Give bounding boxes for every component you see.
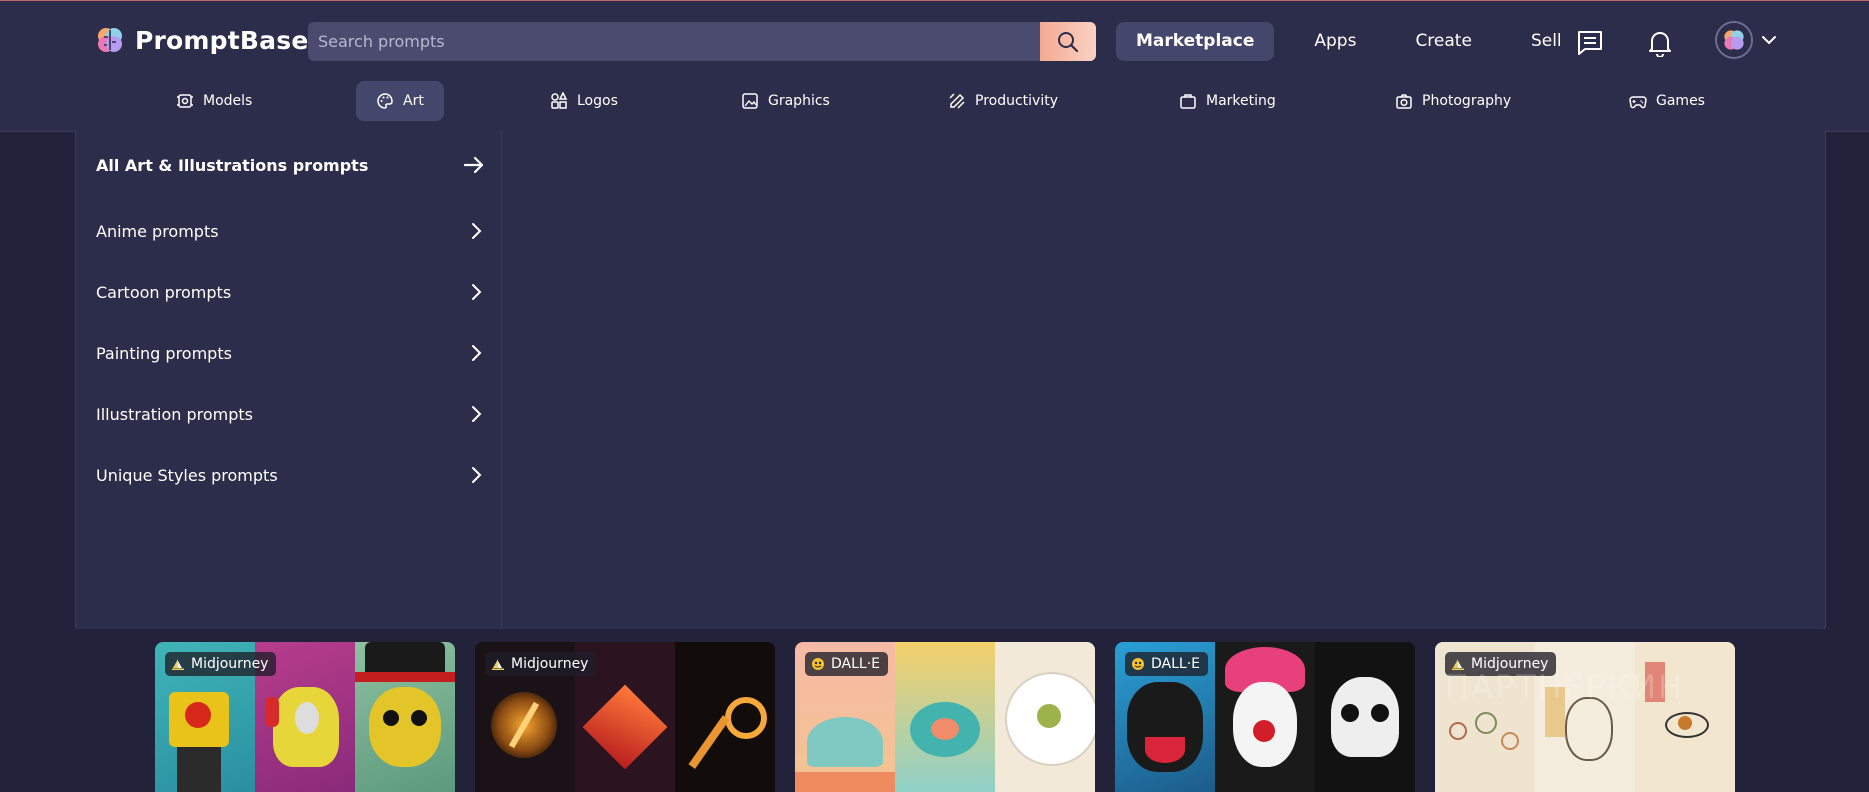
nav-apps[interactable]: Apps [1314,22,1356,61]
prompt-card[interactable]: Midjourney [1435,642,1735,792]
category-logos[interactable]: Logos [550,81,618,121]
card-image-panel [895,642,995,792]
nav-create[interactable]: Create [1415,22,1472,61]
model-badge: Midjourney [485,652,597,676]
menu-item-label: Painting prompts [96,343,232,363]
category-label: Productivity [975,93,1058,109]
dalle-icon [1132,658,1144,670]
model-name: DALL·E [1151,656,1201,672]
card-image-panel [995,642,1095,792]
category-label: Photography [1422,93,1512,109]
messages-button[interactable] [1574,27,1606,59]
chevron-right-icon [472,467,482,483]
prompt-card[interactable]: DALL·E [795,642,1095,792]
midjourney-icon [492,659,504,670]
card-image-panel [1215,642,1315,792]
arrow-right-icon [463,156,484,174]
camera-icon [1396,94,1412,109]
menu-item-unique-styles[interactable]: Unique Styles prompts [96,455,486,495]
model-badge: DALL·E [805,652,889,676]
category-models[interactable]: Models [176,81,252,121]
user-avatar[interactable] [1715,21,1753,59]
palette-icon [377,93,393,109]
image-icon [742,93,758,109]
card-image-panel [1315,642,1415,792]
menu-item-illustration[interactable]: Illustration prompts [96,394,486,434]
notifications-button[interactable] [1644,27,1676,59]
chevron-right-icon [472,284,482,300]
prompt-card[interactable]: Midjourney [155,642,455,792]
category-graphics[interactable]: Graphics [741,81,830,121]
nav-sell[interactable]: Sell [1531,22,1562,61]
card-image-panel [675,642,775,792]
category-label: Games [1656,93,1705,109]
avatar-brain-icon [1724,30,1744,50]
model-name: Midjourney [191,656,269,672]
card-image-panel [355,642,455,792]
menu-item-cartoon[interactable]: Cartoon prompts [96,272,486,312]
menu-item-label: Unique Styles prompts [96,465,278,485]
brand-logo[interactable]: PromptBase [95,25,308,55]
models-icon [177,94,193,108]
menu-item-label: Illustration prompts [96,404,253,424]
model-badge: DALL·E [1125,652,1209,676]
chevron-right-icon [472,345,482,361]
bell-icon [1649,32,1671,57]
category-label: Models [203,93,253,109]
category-marketing[interactable]: Marketing [1179,81,1276,121]
brain-logo-icon [98,28,122,52]
site-header: PromptBase Marketplace Apps Create Sell [0,1,1869,132]
shapes-icon [551,92,568,109]
search-bar [308,22,1096,61]
menu-item-label: Cartoon prompts [96,282,232,302]
watermark-text: ПАРТНЕРКИН [1445,668,1685,706]
category-art[interactable]: Art [356,81,444,121]
card-image-panel [1635,642,1735,792]
art-menu-list: All Art & Illustrations prompts Anime pr… [76,131,502,629]
brand-name: PromptBase [135,25,309,55]
category-photography[interactable]: Photography [1395,81,1511,121]
model-badge: Midjourney [165,652,277,676]
search-input[interactable] [308,22,1028,61]
chevron-down-icon[interactable] [1760,31,1778,49]
chevron-right-icon [472,223,482,239]
search-icon [1058,31,1079,52]
search-button[interactable] [1040,22,1096,61]
briefcase-icon [1180,94,1196,109]
midjourney-icon [172,659,184,670]
chat-icon [1578,31,1602,55]
prompt-card[interactable]: Midjourney [475,642,775,792]
model-name: Midjourney [511,656,589,672]
category-productivity[interactable]: Productivity [948,81,1058,121]
pen-ruler-icon [949,93,965,109]
all-art-link[interactable]: All Art & Illustrations prompts [96,145,486,185]
prompt-card[interactable]: DALL·E [1115,642,1415,792]
nav-marketplace[interactable]: Marketplace [1116,22,1275,61]
category-label: Marketing [1206,93,1276,109]
gamepad-icon [1629,96,1647,109]
model-name: DALL·E [831,656,881,672]
menu-item-label: Anime prompts [96,221,219,241]
main-nav: Marketplace Apps Create Sell [1116,22,1562,61]
all-art-label: All Art & Illustrations prompts [96,155,369,175]
category-label: Logos [577,93,618,109]
chevron-right-icon [472,406,482,422]
category-label: Graphics [768,93,830,109]
menu-item-anime[interactable]: Anime prompts [96,211,486,251]
dalle-icon [812,658,824,670]
category-nav: Models Art Logos Graphics Productivity M… [0,81,1869,121]
art-dropdown-menu: All Art & Illustrations prompts Anime pr… [75,131,1826,630]
category-label: Art [403,93,424,109]
category-games[interactable]: Games [1629,81,1705,121]
menu-item-painting[interactable]: Painting prompts [96,333,486,373]
